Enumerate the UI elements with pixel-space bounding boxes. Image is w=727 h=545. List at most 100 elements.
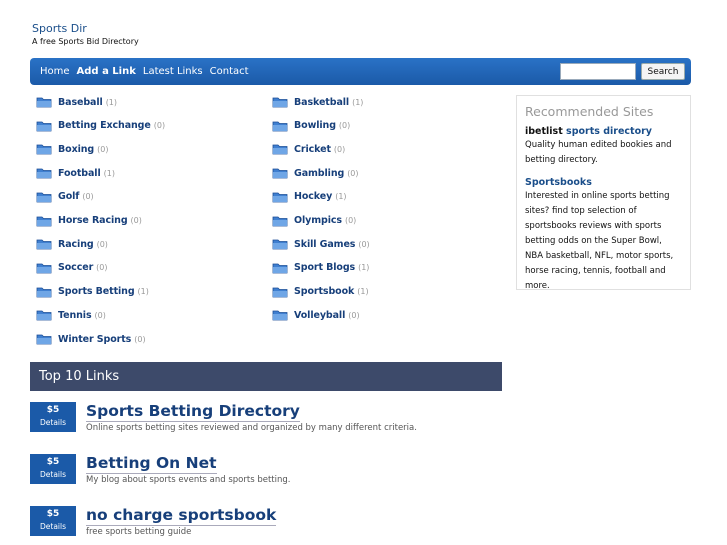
category-item[interactable]: Cricket (0) <box>272 142 345 156</box>
nav-latest-links[interactable]: Latest Links <box>143 66 203 77</box>
category-name[interactable]: Olympics <box>294 215 342 226</box>
category-name[interactable]: Betting Exchange <box>58 120 151 131</box>
navigation-bar: Home Add a Link Latest Links Contact Sea… <box>30 58 691 85</box>
recommended-sites-box: Recommended Sites ibetlist sports direct… <box>516 95 691 291</box>
category-count: (0) <box>82 192 94 202</box>
folder-icon <box>272 216 288 226</box>
category-name[interactable]: Boxing <box>58 144 94 155</box>
category-item[interactable]: Horse Racing (0) <box>36 214 142 228</box>
recommended-title: Recommended Sites <box>525 104 654 119</box>
category-name[interactable]: Soccer <box>58 262 93 273</box>
price-badge[interactable]: $5 Details <box>30 454 76 484</box>
category-name[interactable]: Racing <box>58 239 94 250</box>
price-value: $5 <box>46 509 60 519</box>
category-item[interactable]: Golf (0) <box>36 190 94 204</box>
folder-icon <box>36 192 52 203</box>
folder-icon <box>272 192 288 203</box>
folder-icon <box>36 334 52 345</box>
site-header: Sports Dir A free Sports Bid Directory <box>32 22 139 48</box>
category-name[interactable]: Sports Betting <box>58 286 135 297</box>
top-link-title[interactable]: no charge sportsbook <box>86 506 277 526</box>
folder-icon <box>36 144 52 155</box>
category-item[interactable]: Volleyball (0) <box>272 308 360 322</box>
site-title-link[interactable]: Sports Dir <box>32 22 139 36</box>
category-count: (0) <box>347 168 359 178</box>
category-name[interactable]: Horse Racing <box>58 215 128 226</box>
category-item[interactable]: Soccer (0) <box>36 261 108 275</box>
category-name[interactable]: Golf <box>58 191 79 202</box>
recommended-link-sportsbooks[interactable]: Sportsbooks <box>525 176 682 189</box>
category-name[interactable]: Cricket <box>294 144 331 155</box>
recommended-link-ibetlist[interactable]: ibetlist sports directory <box>525 125 682 138</box>
category-item[interactable]: Betting Exchange (0) <box>36 119 165 133</box>
category-count: (1) <box>358 263 370 273</box>
category-name[interactable]: Sportsbook <box>294 286 354 297</box>
folder-icon <box>272 144 288 155</box>
category-count: (0) <box>94 310 106 320</box>
category-name[interactable]: Winter Sports <box>58 334 131 345</box>
category-item[interactable]: Hockey (1) <box>272 190 347 204</box>
category-count: (0) <box>97 144 109 154</box>
category-name[interactable]: Skill Games <box>294 239 355 250</box>
nav-add-link[interactable]: Add a Link <box>77 66 136 77</box>
folder-icon <box>272 97 288 108</box>
search-button[interactable]: Search <box>641 63 685 80</box>
category-item[interactable]: Basketball (1) <box>272 95 363 109</box>
category-count: (0) <box>348 310 360 320</box>
category-count: (0) <box>333 144 346 154</box>
nav-home[interactable]: Home <box>40 66 70 77</box>
category-name[interactable]: Hockey <box>294 191 332 202</box>
category-count: (1) <box>105 97 118 107</box>
category-count: (0) <box>134 334 146 344</box>
category-item[interactable]: Baseball (1) <box>36 95 117 109</box>
folder-icon <box>36 263 52 274</box>
category-item[interactable]: Tennis (0) <box>36 308 106 322</box>
category-item[interactable]: Sportsbook (1) <box>272 285 369 299</box>
site-tagline: A free Sports Bid Directory <box>32 37 139 46</box>
category-item[interactable]: Football (1) <box>36 166 115 180</box>
folder-icon <box>272 239 288 250</box>
recommended-description: Interested in online sports betting site… <box>525 191 674 291</box>
search-input[interactable] <box>560 63 636 80</box>
category-count: (1) <box>137 287 149 297</box>
recommended-link-part: Sportsbooks <box>525 177 592 188</box>
folder-icon <box>272 168 288 179</box>
category-count: (0) <box>96 263 108 273</box>
price-badge[interactable]: $5 Details <box>30 402 76 432</box>
category-name[interactable]: Baseball <box>58 97 103 108</box>
folder-icon <box>36 239 52 250</box>
category-item[interactable]: Winter Sports (0) <box>36 332 146 346</box>
category-item[interactable]: Bowling (0) <box>272 119 350 133</box>
category-item[interactable]: Sports Betting (1) <box>36 285 149 299</box>
top-link-description: My blog about sports events and sports b… <box>86 475 291 485</box>
folder-icon <box>272 287 288 297</box>
category-item[interactable]: Boxing (0) <box>36 142 108 156</box>
category-name[interactable]: Volleyball <box>294 310 345 321</box>
category-item[interactable]: Racing (0) <box>36 237 108 251</box>
category-count: (0) <box>358 239 370 249</box>
category-name[interactable]: Tennis <box>58 310 92 321</box>
recommended-link-part: ibetlist <box>525 126 563 137</box>
details-link[interactable]: Details <box>30 469 76 481</box>
category-item[interactable]: Olympics (0) <box>272 214 356 228</box>
folder-icon <box>272 263 288 274</box>
top-link-title[interactable]: Sports Betting Directory <box>86 402 300 422</box>
details-link[interactable]: Details <box>30 521 76 533</box>
folder-icon <box>36 310 52 321</box>
category-name[interactable]: Football <box>58 168 101 179</box>
category-name[interactable]: Bowling <box>294 120 336 131</box>
details-link[interactable]: Details <box>30 417 76 429</box>
category-name[interactable]: Gambling <box>294 168 344 179</box>
nav-contact[interactable]: Contact <box>210 66 249 77</box>
folder-icon <box>36 287 52 297</box>
category-name[interactable]: Sport Blogs <box>294 262 355 273</box>
category-name[interactable]: Basketball <box>294 97 349 108</box>
category-item[interactable]: Sport Blogs (1) <box>272 261 369 275</box>
price-badge[interactable]: $5 Details <box>30 506 76 536</box>
category-count: (0) <box>130 216 142 225</box>
price-value: $5 <box>46 405 60 415</box>
top-link-title[interactable]: Betting On Net <box>86 454 217 474</box>
category-item[interactable]: Skill Games (0) <box>272 237 370 251</box>
category-item[interactable]: Gambling (0) <box>272 166 359 180</box>
top-links-title: Top 10 Links <box>39 369 120 384</box>
